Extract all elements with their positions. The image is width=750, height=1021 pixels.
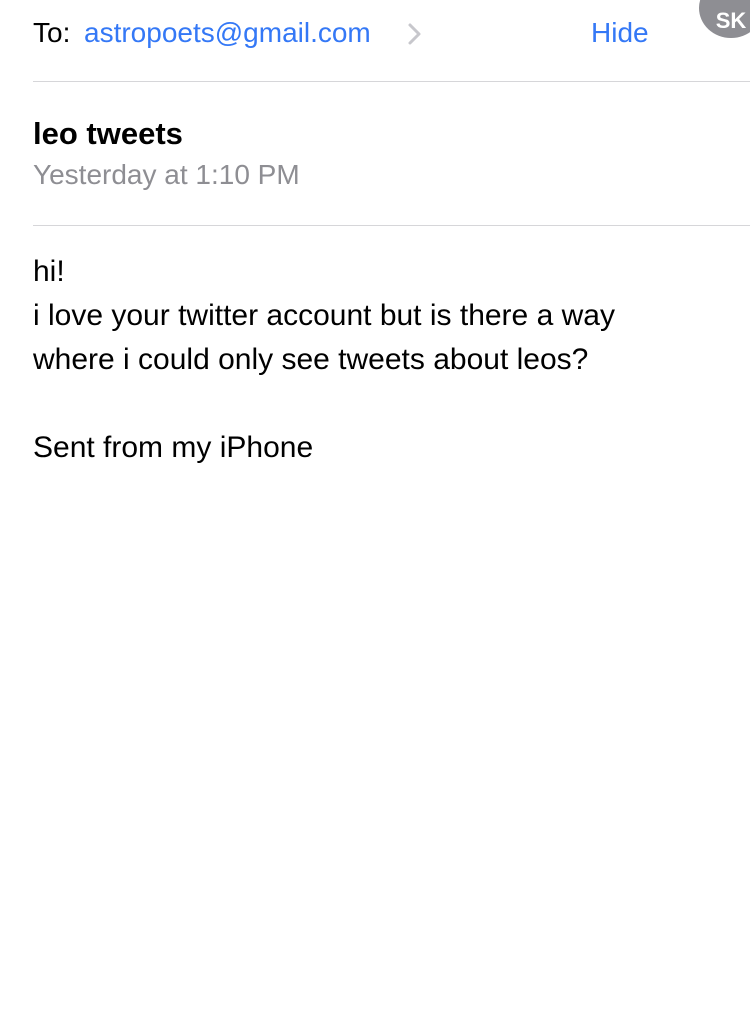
body-line: hi!: [33, 255, 65, 288]
message-timestamp: Yesterday at 1:10 PM: [33, 159, 300, 190]
message-signature: Sent from my iPhone: [33, 431, 314, 464]
to-label: To:: [33, 17, 71, 48]
body-line: where i could only see tweets about leos…: [33, 343, 589, 376]
body-line: i love your twitter account but is there…: [33, 299, 615, 332]
avatar[interactable]: SK: [699, 0, 750, 38]
avatar-initials: SK: [715, 8, 747, 33]
recipient-address[interactable]: astropoets@gmail.com: [84, 16, 371, 50]
chevron-right-icon[interactable]: [407, 22, 423, 46]
subject-divider: [33, 225, 750, 226]
body-spacer: [33, 382, 723, 426]
message-subject: leo tweets: [33, 116, 183, 151]
recipient-header: To: astropoets@gmail.com Hide SK: [33, 0, 750, 52]
header-divider: [33, 81, 750, 82]
hide-button[interactable]: Hide: [591, 16, 649, 50]
message-body: hi! i love your twitter account but is t…: [33, 250, 723, 470]
